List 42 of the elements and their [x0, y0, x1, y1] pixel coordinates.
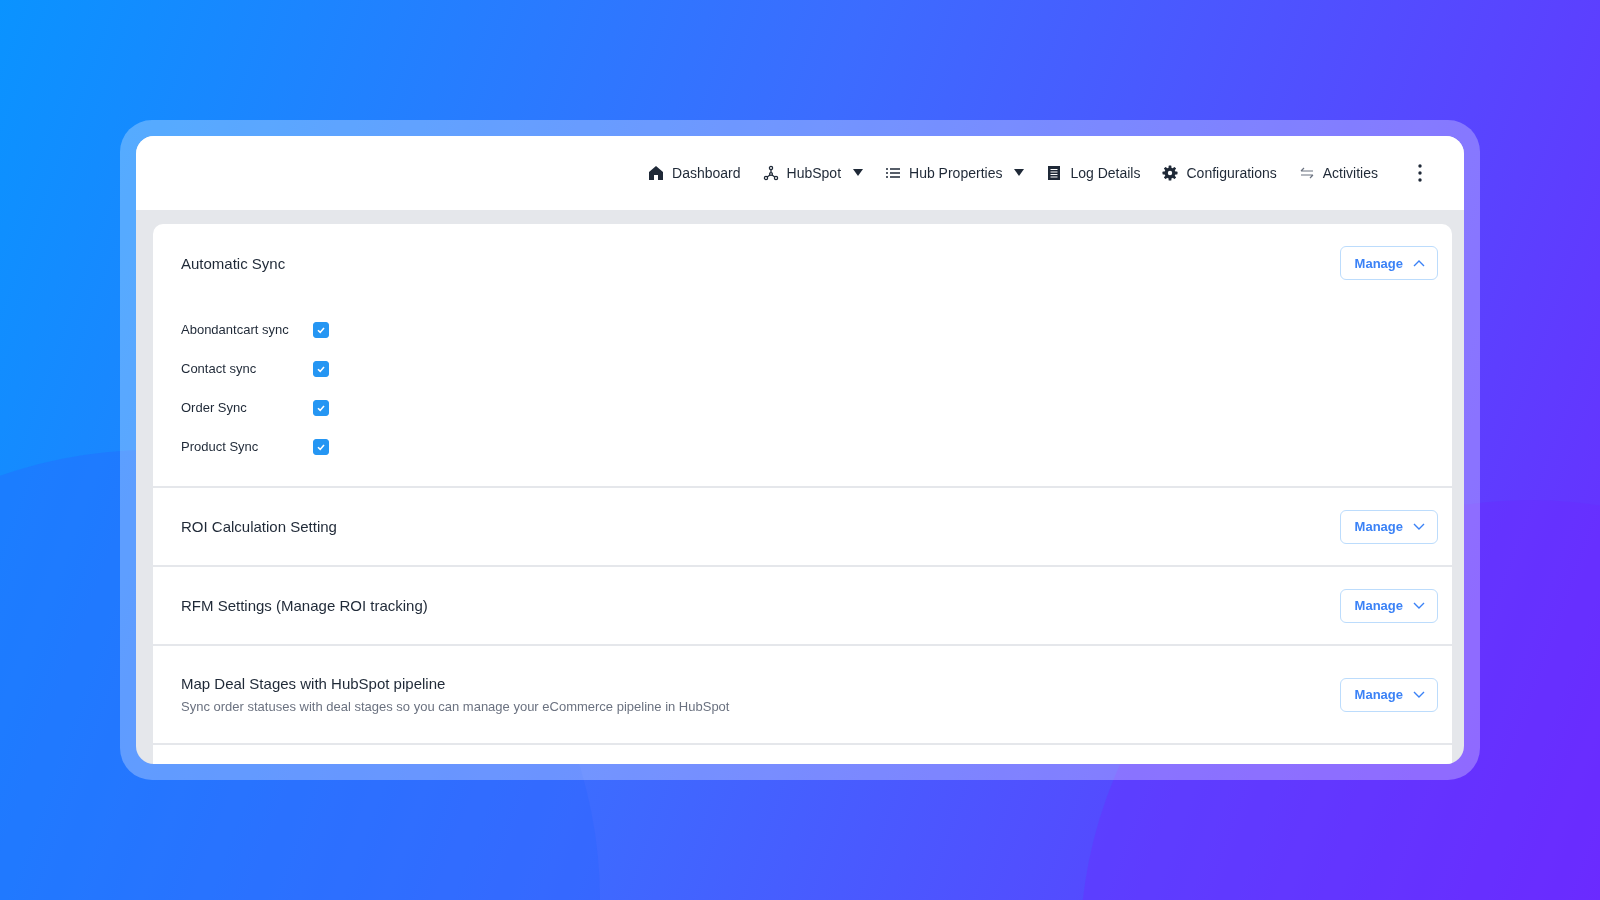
- chevron-icon: [1413, 690, 1425, 699]
- section-title: Map Deal Stages with HubSpot pipeline: [181, 675, 447, 692]
- nav-link[interactable]: Activities: [1298, 165, 1378, 181]
- nav-label: HubSpot: [786, 165, 842, 181]
- chevron-icon: [1413, 259, 1425, 267]
- option-label: Abondantcart sync: [181, 322, 290, 337]
- checkbox[interactable]: [313, 360, 329, 377]
- option-label: Product Sync: [181, 439, 260, 454]
- caret-icon: [853, 169, 864, 177]
- nav-link[interactable]: Log Details: [1046, 165, 1141, 181]
- list-icon: [885, 165, 902, 181]
- manage-button[interactable]: Manage: [1339, 677, 1438, 712]
- home-icon: [648, 165, 665, 181]
- section-title: RFM Settings (Manage ROI tracking): [181, 597, 428, 614]
- nav-label: Configurations: [1186, 165, 1277, 181]
- option-label: Contact sync: [181, 361, 258, 376]
- nav-label: Hub Properties: [909, 165, 1003, 181]
- nav-link[interactable]: Configurations: [1162, 165, 1277, 181]
- option-label: Order Sync: [181, 400, 248, 415]
- checkbox[interactable]: [313, 438, 329, 455]
- nav-label: Dashboard: [672, 165, 741, 181]
- section-description: Sync order statuses with deal stages so you can manage your eCommerce pipeline in HubSpot: [181, 699, 730, 714]
- nav-link[interactable]: Dashboard: [648, 165, 741, 181]
- swap-arrows-icon: [1298, 165, 1315, 181]
- chevron-icon: [1413, 601, 1425, 610]
- settings-icon: [1162, 165, 1179, 181]
- manage-button[interactable]: Manage: [1339, 588, 1438, 623]
- checkbox[interactable]: [313, 399, 329, 416]
- nav-link[interactable]: Hub Properties: [885, 165, 1025, 181]
- hub-nodes-icon: [762, 165, 779, 181]
- caret-icon: [1014, 169, 1025, 177]
- manage-button[interactable]: Manage: [1339, 509, 1438, 544]
- checkbox[interactable]: [313, 321, 329, 338]
- nav-label: Log Details: [1070, 165, 1141, 181]
- section-title: Automatic Sync: [181, 254, 286, 272]
- manage-button[interactable]: Manage: [1339, 246, 1438, 280]
- document-icon: [1046, 165, 1063, 181]
- nav-label: Activities: [1322, 165, 1378, 181]
- more-options-icon[interactable]: [1418, 164, 1422, 182]
- section-title: ROI Calculation Setting: [181, 518, 337, 535]
- nav-link[interactable]: HubSpot: [762, 165, 864, 181]
- chevron-icon: [1413, 522, 1425, 531]
